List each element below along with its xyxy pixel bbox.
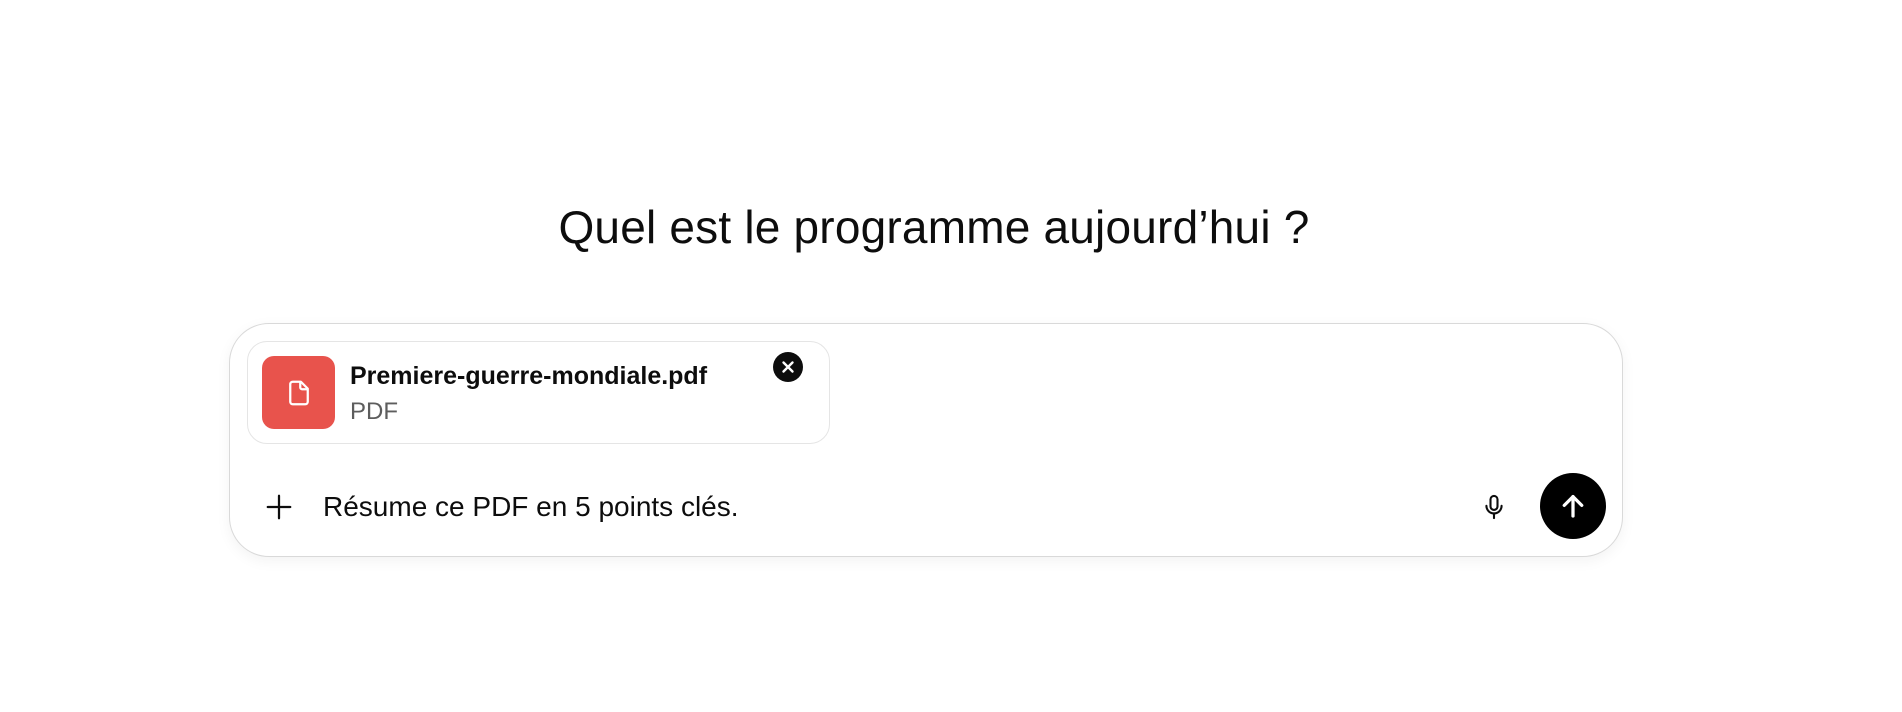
page-heading: Quel est le programme aujourd’hui ?: [558, 201, 1310, 253]
add-attachment-button[interactable]: [259, 487, 299, 527]
send-button[interactable]: [1540, 473, 1606, 539]
plus-icon: [266, 494, 292, 520]
prompt-composer: Premiere-guerre-mondiale.pdf PDF: [229, 323, 1623, 557]
page: Quel est le programme aujourd’hui ? Prem…: [0, 0, 1902, 712]
voice-input-button[interactable]: [1474, 487, 1514, 527]
attachment-file-name: Premiere-guerre-mondiale.pdf: [350, 362, 708, 390]
close-icon: [782, 361, 794, 373]
document-icon: [262, 356, 335, 429]
prompt-input[interactable]: [323, 484, 1373, 530]
remove-attachment-button[interactable]: [773, 352, 803, 382]
attachment-file-type: PDF: [350, 398, 398, 425]
file-attachment-card[interactable]: Premiere-guerre-mondiale.pdf PDF: [247, 341, 830, 444]
arrow-up-icon: [1562, 495, 1584, 518]
microphone-icon: [1485, 494, 1503, 520]
